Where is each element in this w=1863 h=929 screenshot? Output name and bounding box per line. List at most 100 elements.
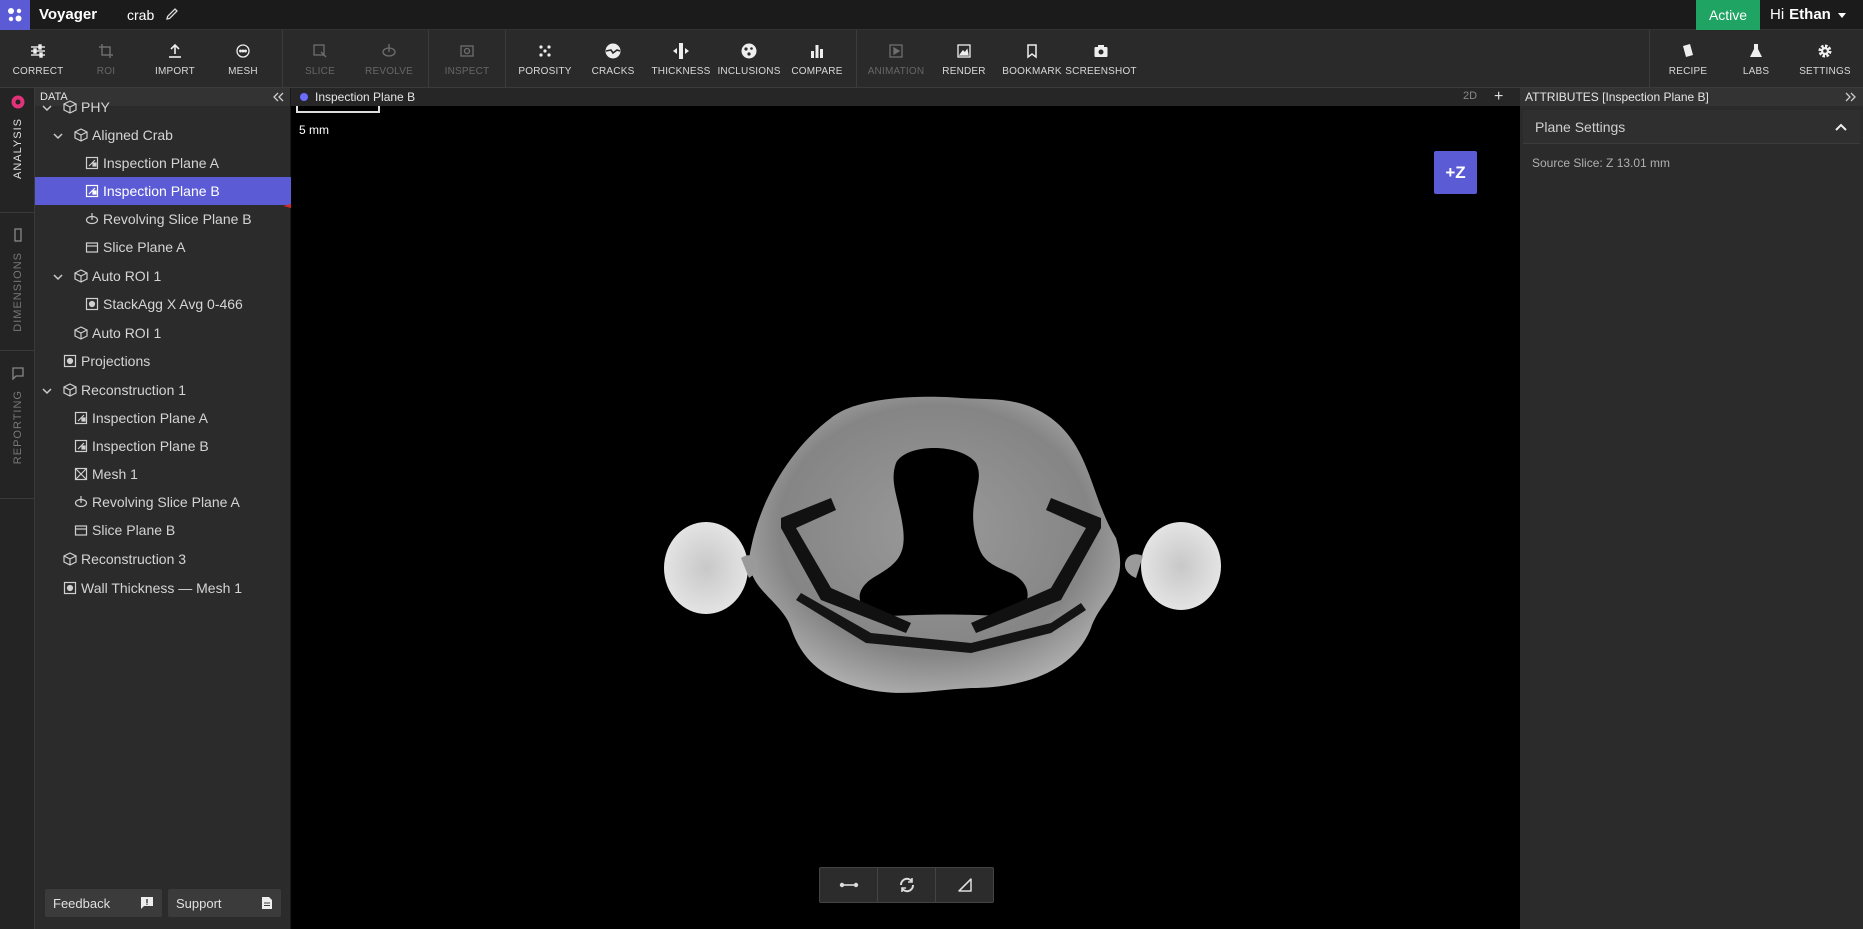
inspect-icon [458, 42, 476, 60]
correct-button[interactable]: CORRECT [4, 30, 72, 88]
tree-item-inspection-plane-a-2[interactable]: Inspection Plane A [35, 404, 291, 432]
tree-item-reconstruction-3[interactable]: Reconstruction 3 [35, 545, 291, 573]
tab-analysis[interactable]: ANALYSIS [0, 94, 35, 179]
cube-icon [74, 269, 88, 283]
bar-chart-icon [808, 42, 826, 60]
mesh-button[interactable]: MESH [209, 30, 277, 88]
revolve-icon [380, 42, 398, 60]
plane-settings-section[interactable]: Plane Settings [1523, 110, 1860, 144]
view-mode-toggle[interactable]: 2D [1463, 90, 1477, 102]
user-name: Ethan [1789, 6, 1831, 23]
tree-item-inspection-plane-a[interactable]: Inspection Plane A [35, 149, 291, 177]
support-button[interactable]: Support [168, 889, 281, 917]
pencil-icon[interactable] [164, 6, 180, 22]
cracks-button[interactable]: CRACKS [579, 30, 647, 88]
tree-item-inspection-plane-b-2[interactable]: Inspection Plane B [35, 432, 291, 460]
app-logo-icon[interactable] [0, 0, 30, 30]
tree-item-label: Auto ROI 1 [92, 268, 162, 284]
toolbar-divider [1649, 30, 1650, 88]
import-label: IMPORT [155, 65, 195, 77]
angle-tool-button[interactable] [936, 868, 993, 902]
tab-reporting[interactable]: REPORTING [0, 366, 35, 464]
measure-line-icon [839, 882, 858, 888]
viewport[interactable]: Inspection Plane B 2D + 5 mm +Z [291, 88, 1520, 929]
tab-dimensions-label: DIMENSIONS [11, 252, 24, 332]
plane-settings-title: Plane Settings [1535, 118, 1626, 135]
tree-item-stackagg[interactable]: StackAgg X Avg 0-466 [35, 290, 291, 318]
tree-item-auto-roi-1-b[interactable]: Auto ROI 1 [35, 319, 291, 347]
roi-button[interactable]: ROI [72, 30, 140, 88]
gear-icon [1816, 42, 1834, 60]
mesh-icon [234, 42, 252, 60]
chevron-down-icon[interactable] [41, 101, 53, 113]
recipe-button[interactable]: RECIPE [1654, 30, 1722, 88]
tree-item-label: Inspection Plane A [103, 155, 219, 171]
tree-item-projections[interactable]: Projections [35, 347, 291, 375]
inspect-button[interactable]: INSPECT [433, 30, 501, 88]
tab-dimensions[interactable]: DIMENSIONS [0, 228, 35, 332]
screenshot-button[interactable]: SCREENSHOT [1065, 30, 1137, 88]
cracks-label: CRACKS [591, 65, 635, 77]
tree-item-label: Aligned Crab [92, 127, 173, 143]
flask-icon [1747, 42, 1765, 60]
inclusions-button[interactable]: INCLUSIONS [715, 30, 783, 88]
compare-label: COMPARE [791, 65, 843, 77]
tree-item-wall-thickness[interactable]: Wall Thickness — Mesh 1 [35, 574, 291, 602]
tab-analysis-label: ANALYSIS [11, 118, 24, 179]
scale-label: 5 mm [299, 123, 329, 137]
caret-down-icon [1837, 12, 1846, 18]
animation-button[interactable]: ANIMATION [862, 30, 930, 88]
plane-icon [74, 439, 88, 453]
settings-button[interactable]: SETTINGS [1791, 30, 1859, 88]
compare-button[interactable]: COMPARE [783, 30, 851, 88]
cube-icon [63, 383, 77, 397]
tree-item-revolving-slice-plane-b[interactable]: Revolving Slice Plane B [35, 205, 291, 233]
attributes-header: ATTRIBUTES [Inspection Plane B] [1520, 88, 1863, 106]
tree-item-aligned-crab[interactable]: Aligned Crab [35, 121, 291, 149]
tree-item-revolving-slice-plane-a[interactable]: Revolving Slice Plane A [35, 488, 291, 516]
mesh-icon [74, 467, 88, 481]
collapse-right-icon[interactable] [1845, 92, 1857, 102]
project-name[interactable]: crab [127, 7, 154, 23]
tree-item-reconstruction-1[interactable]: Reconstruction 1 [35, 376, 291, 404]
tree-item-inspection-plane-b[interactable]: Inspection Plane B [35, 177, 291, 205]
porosity-button[interactable]: POROSITY [511, 30, 579, 88]
scale-bar [296, 106, 380, 113]
tree-item-label: Slice Plane B [92, 522, 176, 538]
feedback-button[interactable]: Feedback [45, 889, 162, 917]
chevron-down-icon[interactable] [52, 129, 64, 141]
chevron-down-icon[interactable] [41, 384, 53, 396]
main-toolbar: CORRECT ROI IMPORT MESH SLICE REVOLVE IN… [0, 30, 1863, 88]
screenshot-label: SCREENSHOT [1065, 65, 1137, 77]
upload-icon [166, 42, 184, 60]
top-bar: Voyager crab Active Hi Ethan [0, 0, 1863, 30]
tree-item-phy[interactable]: PHY [35, 93, 291, 121]
measure-tool-button[interactable] [820, 868, 878, 902]
tree-item-auto-roi-1[interactable]: Auto ROI 1 [35, 262, 291, 290]
render-button[interactable]: RENDER [930, 30, 998, 88]
render-label: RENDER [942, 65, 986, 77]
tree-item-label: Slice Plane A [103, 239, 186, 255]
axis-direction-button[interactable]: +Z [1434, 151, 1477, 194]
tree-item-slice-plane-a[interactable]: Slice Plane A [35, 233, 291, 261]
import-button[interactable]: IMPORT [141, 30, 209, 88]
settings-label: SETTINGS [1799, 65, 1851, 77]
labs-button[interactable]: LABS [1722, 30, 1790, 88]
thickness-button[interactable]: THICKNESS [647, 30, 715, 88]
revolve-button[interactable]: REVOLVE [355, 30, 423, 88]
panel-footer: Feedback Support [45, 889, 281, 917]
camera-icon [1092, 42, 1110, 60]
chevron-down-icon[interactable] [52, 270, 64, 282]
toolbar-divider [428, 30, 429, 88]
feedback-label: Feedback [53, 895, 111, 911]
attributes-title: ATTRIBUTES [Inspection Plane B] [1525, 90, 1709, 104]
bookmark-button[interactable]: BOOKMARK [998, 30, 1066, 88]
add-view-icon[interactable]: + [1494, 88, 1503, 106]
slice-button[interactable]: SLICE [286, 30, 354, 88]
rotate-tool-button[interactable] [878, 868, 936, 902]
tree-item-label: Reconstruction 3 [81, 551, 187, 567]
tree-item-mesh-1[interactable]: Mesh 1 [35, 460, 291, 488]
tree-item-slice-plane-b[interactable]: Slice Plane B [35, 516, 291, 544]
recipe-icon [1679, 42, 1697, 60]
user-menu[interactable]: Hi Ethan [1770, 6, 1848, 23]
